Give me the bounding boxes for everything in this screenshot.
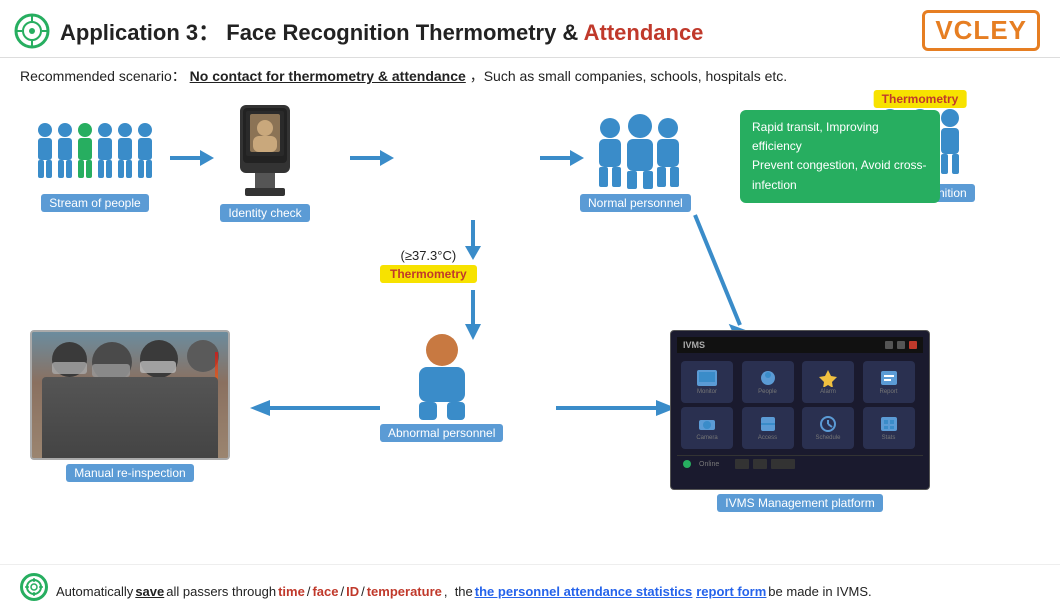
temp-section: (≥37.3°C) Thermometry (380, 248, 477, 283)
bottom-time: time (278, 580, 305, 603)
green-line1: Rapid transit, Improving efficiency (752, 118, 928, 156)
app-title-middle: Face Recognition Thermometry & (226, 20, 583, 45)
photo-image (30, 330, 230, 460)
bottom-comma: , the (444, 580, 473, 603)
ivms-box: IVMS Monitor People (670, 330, 930, 490)
bottom-id: ID (346, 580, 359, 603)
right-arrow-icon (556, 398, 676, 418)
abnormal-person-icon (397, 330, 487, 420)
identity-item: Identity check (220, 100, 310, 222)
bottom-report: report form (696, 584, 766, 599)
header-left: Application 3： Face Recognition Thermome… (14, 13, 703, 49)
flow-arrow-3-icon (540, 148, 584, 168)
bottom-end: be made in IVMS. (768, 580, 871, 603)
app-title-prefix: Application 3： (60, 20, 220, 45)
app-title-attendance: Attendance (584, 20, 704, 45)
normal-people-icon (585, 110, 685, 190)
bottom-mid1: all passers through (166, 580, 276, 603)
left-arrow-icon (250, 398, 380, 418)
identity-device-icon (220, 100, 310, 200)
scan-circle-icon (25, 578, 43, 596)
ivms-title-text: IVMS (683, 340, 705, 350)
scenario-underlined: No contact for thermometry & attendance (190, 68, 466, 84)
page-header: Application 3： Face Recognition Thermome… (0, 0, 1060, 58)
photo-label: Manual re-inspection (66, 464, 193, 482)
identity-label: Identity check (220, 204, 309, 222)
stream-item: Stream of people (30, 110, 160, 212)
flow-arrow-2-icon (350, 148, 394, 168)
photo-scene (32, 332, 228, 458)
scenario-rest: ，Such as small companies, schools, hospi… (470, 68, 787, 84)
thermometry-badge: Thermometry (874, 90, 967, 108)
bottom-save: save (135, 584, 164, 599)
bottom-prefix: Automatically (56, 580, 133, 603)
arrow-2 (350, 148, 394, 173)
scan-icon (20, 573, 48, 601)
bottom-face: face (312, 580, 338, 603)
bottom-temperature: temperature (367, 580, 442, 603)
abnormal-label: Abnormal personnel (380, 424, 503, 442)
bottom-stats: the personnel attendance statistics (475, 584, 692, 599)
normal-item: Normal personnel (580, 110, 691, 212)
green-info-box: Rapid transit, Improving efficiency Prev… (740, 110, 940, 203)
abnormal-item: Abnormal personnel (380, 330, 503, 442)
flow-arrow-icon (170, 148, 214, 168)
normal-label: Normal personnel (580, 194, 691, 212)
arrow-to-ivms (556, 398, 676, 423)
bottom-slash3: / (361, 580, 365, 603)
company-logo: VCLEY (922, 10, 1040, 51)
green-line2: Prevent congestion, Avoid cross-infectio… (752, 156, 928, 194)
page-title: Application 3： Face Recognition Thermome… (60, 15, 703, 47)
ivms-section: IVMS Monitor People (670, 330, 930, 512)
arrow-3 (540, 148, 584, 173)
app-icon (14, 13, 50, 49)
thermo-label2: Thermometry (380, 265, 477, 283)
bottom-slash2: / (340, 580, 344, 603)
stream-label: Stream of people (41, 194, 148, 212)
diagonal-arrow (690, 210, 750, 345)
temp-value: (≥37.3°C) (401, 248, 457, 263)
diagonal-arrow-icon (690, 210, 750, 340)
ivms-platform-label: IVMS Management platform (717, 494, 882, 512)
bottom-text-section: Automatically save all passers through t… (0, 564, 1060, 611)
facerecog-item: Thermometry Face Recognition (390, 100, 1060, 202)
arrow-to-photo (250, 398, 380, 423)
diagram-area: Stream of people Identity check (0, 90, 1060, 560)
bottom-slash1: / (307, 580, 311, 603)
photo-section: Manual re-inspection (30, 330, 230, 482)
scenario-label: Recommended scenario： (20, 68, 186, 84)
stream-people-icon (30, 110, 160, 190)
arrow-1 (170, 148, 214, 173)
scenario-row: Recommended scenario： No contact for the… (0, 58, 1060, 90)
